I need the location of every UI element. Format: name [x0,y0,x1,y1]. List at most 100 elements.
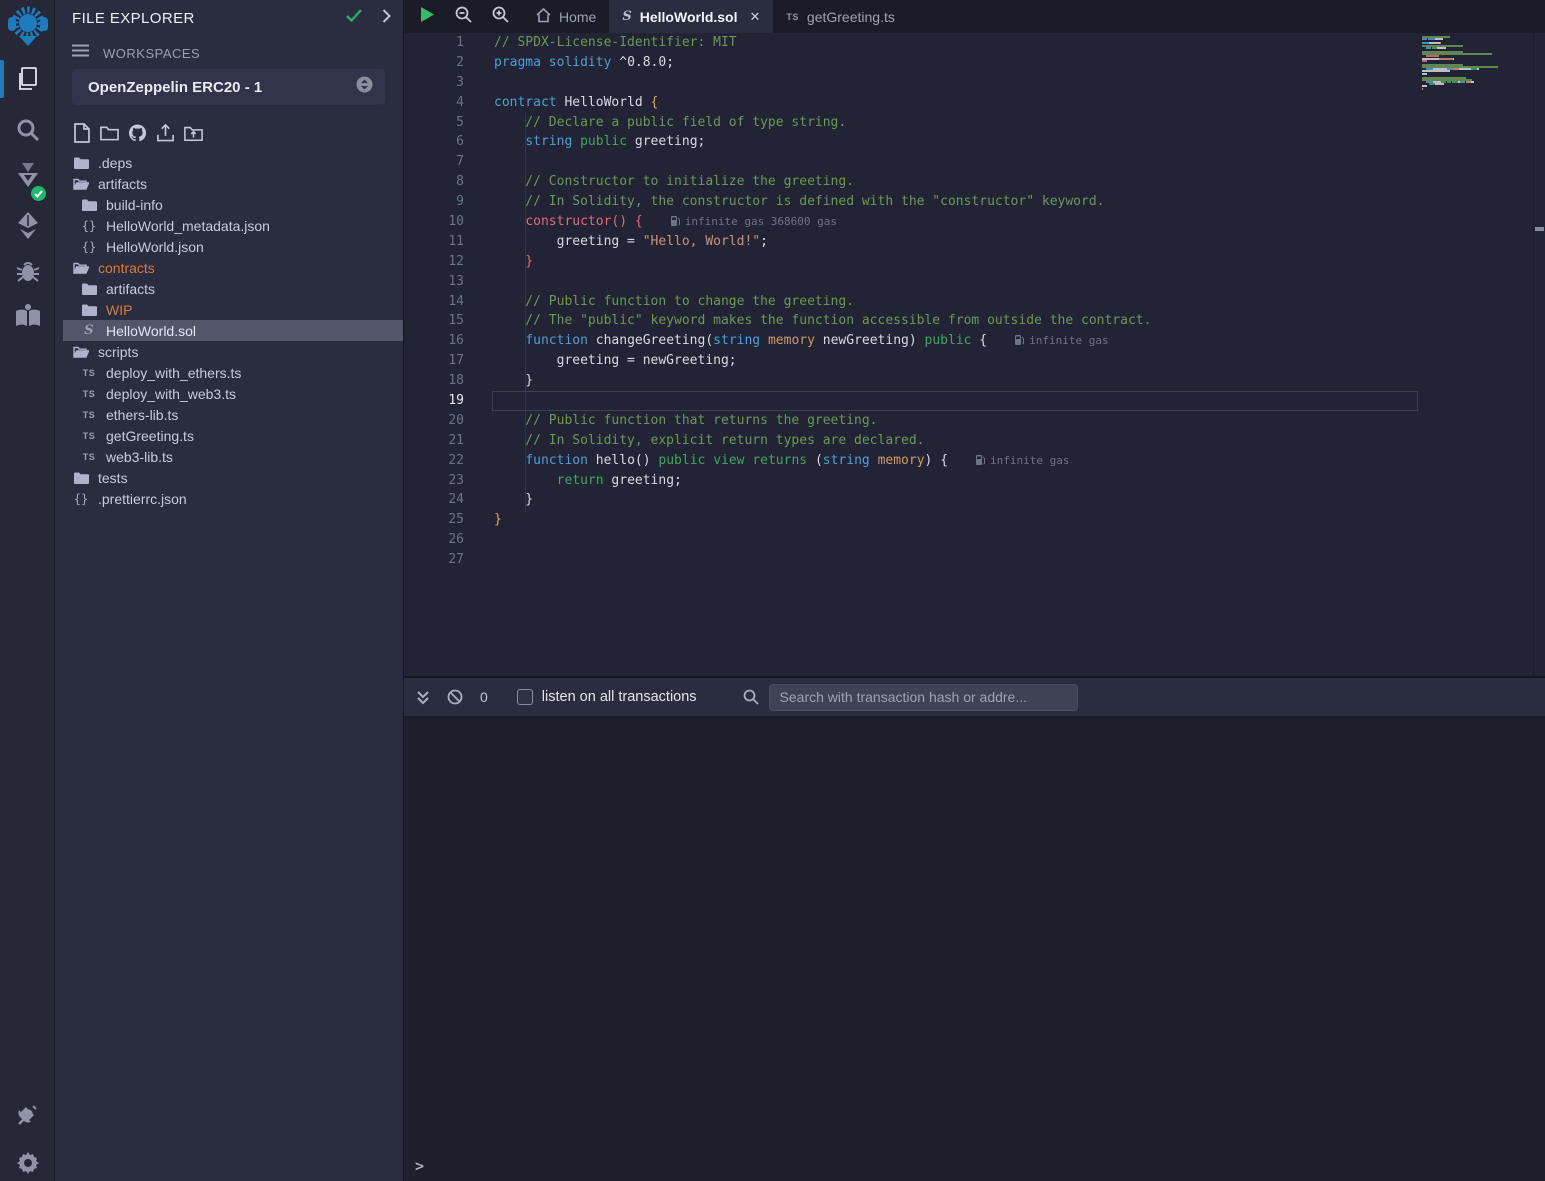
workspaces-menu-icon[interactable] [72,44,89,62]
upload-file-icon[interactable] [156,122,175,143]
learneth-icon[interactable] [0,300,55,330]
solidity-file-icon: S [80,323,98,338]
tree-item-helloworld-json[interactable]: {}HelloWorld.json [55,236,403,257]
run-script-button[interactable] [420,6,435,28]
tree-item-helloworld-metadata-json[interactable]: {}HelloWorld_metadata.json [55,215,403,236]
workspace-select[interactable]: OpenZeppelin ERC20 - 1 [72,69,385,105]
code-line[interactable]: 8 // Constructor to initialize the greet… [404,172,1545,192]
clear-console-icon[interactable] [447,689,463,705]
code-line[interactable]: 13 [404,272,1545,292]
editor-scrollbar[interactable] [1533,33,1545,676]
line-number: 17 [404,351,464,371]
remix-logo-icon[interactable] [0,3,55,51]
folder-open-icon [72,178,90,190]
terminal-output[interactable]: > [404,716,1545,1181]
code-line[interactable]: 18 } [404,371,1545,391]
tree-item-artifacts[interactable]: artifacts [55,278,403,299]
tree-item--deps[interactable]: .deps [55,152,403,173]
search-icon[interactable] [0,114,55,146]
code-line[interactable]: 5 // Declare a public field of type stri… [404,113,1545,133]
tab-helloworld-sol[interactable]: S HelloWorld.sol ✕ [609,0,773,33]
code-line[interactable]: 17 greeting = newGreeting; [404,351,1545,371]
tree-item-build-info[interactable]: build-info [55,194,403,215]
code-line[interactable]: 1// SPDX-License-Identifier: MIT [404,33,1545,53]
terminal-search-input[interactable] [769,684,1078,711]
line-number: 23 [404,471,464,491]
code-line[interactable]: 3 [404,73,1545,93]
compiled-check-badge [31,186,46,201]
tree-item-tests[interactable]: tests [55,467,403,488]
tree-item-deploy-with-web3-ts[interactable]: TSdeploy_with_web3.ts [55,383,403,404]
upload-folder-icon[interactable] [184,122,203,143]
tree-item-artifacts[interactable]: artifacts [55,173,403,194]
code-line[interactable]: 2pragma solidity ^0.8.0; [404,53,1545,73]
tab-getgreeting-ts[interactable]: TS getGreeting.ts [773,0,907,33]
gas-estimate-hint: infinite gas 368600 gas [671,215,837,228]
code-line[interactable]: 16 function changeGreeting(string memory… [404,331,1545,351]
code-line[interactable]: 12 } [404,252,1545,272]
zoom-in-icon[interactable] [492,6,509,28]
code-line[interactable]: 9 // In Solidity, the constructor is def… [404,192,1545,212]
code-line[interactable]: 20 // Public function that returns the g… [404,411,1545,431]
code-editor[interactable]: 1// SPDX-License-Identifier: MIT2pragma … [404,33,1545,676]
code-line[interactable]: 26 [404,530,1545,550]
tab-bar-actions [404,0,523,33]
tree-item-ethers-lib-ts[interactable]: TSethers-lib.ts [55,404,403,425]
folder-icon [80,304,98,316]
expand-terminal-icon[interactable] [416,690,430,705]
deploy-and-run-icon[interactable] [0,208,55,242]
folder-icon [80,199,98,211]
listen-transactions-checkbox[interactable] [517,689,533,705]
code-line[interactable]: 6 string public greeting; [404,132,1545,152]
typescript-file-icon: TS [80,452,98,462]
line-number: 11 [404,232,464,252]
code-line[interactable]: 22 function hello() public view returns … [404,451,1545,471]
minimap[interactable] [1417,36,1529,106]
code-line[interactable]: 27 [404,550,1545,570]
tree-item-label: tests [98,470,128,486]
debugger-icon[interactable] [0,256,55,286]
new-folder-icon[interactable] [100,122,119,143]
solidity-compiler-icon[interactable] [0,158,55,198]
tree-item-getgreeting-ts[interactable]: TSgetGreeting.ts [55,425,403,446]
tab-home[interactable]: Home [523,0,609,33]
code-line[interactable]: 21 // In Solidity, explicit return types… [404,431,1545,451]
tree-item-helloworld-sol[interactable]: SHelloWorld.sol [63,320,403,341]
panel-chevron-right-icon[interactable] [382,9,391,28]
line-number: 20 [404,411,464,431]
code-line[interactable]: 11 greeting = "Hello, World!"; [404,232,1545,252]
tree-item-label: web3-lib.ts [106,449,173,465]
line-number: 9 [404,192,464,212]
plugin-manager-icon[interactable] [0,1100,55,1130]
settings-gear-icon[interactable] [0,1148,55,1178]
workspaces-row: WORKSPACES [72,44,200,62]
code-line[interactable]: 24 } [404,490,1545,510]
tree-item-web3-lib-ts[interactable]: TS web3-lib.ts [55,446,403,467]
code-line[interactable]: 23 return greeting; [404,471,1545,491]
minimap-line [1422,58,1453,60]
tree-item--prettierrc-json[interactable]: {}.prettierrc.json [55,488,403,509]
workspace-selected-value: OpenZeppelin ERC20 - 1 [88,79,356,96]
line-number: 25 [404,510,464,530]
workspace-ok-check-icon [346,9,362,27]
clone-github-icon[interactable] [128,122,147,143]
code-line[interactable]: 19 [404,391,1545,411]
code-line[interactable]: 14 // Public function to change the gree… [404,292,1545,312]
code-line[interactable]: 7 [404,152,1545,172]
zoom-out-icon[interactable] [455,6,472,28]
code-line[interactable]: 10 constructor() {infinite gas 368600 ga… [404,212,1545,232]
line-number: 7 [404,152,464,172]
tree-item-contracts[interactable]: contracts [55,257,403,278]
close-tab-icon[interactable]: ✕ [750,9,761,25]
tree-item-deploy-with-ethers-ts[interactable]: TSdeploy_with_ethers.ts [55,362,403,383]
new-file-icon[interactable] [72,122,91,143]
typescript-file-icon: TS [80,410,98,420]
file-explorer-icon[interactable] [0,62,55,96]
code-line[interactable]: 15 // The "public" keyword makes the fun… [404,311,1545,331]
code-text: // SPDX-License-Identifier: MIT [494,33,737,53]
tree-item-wip[interactable]: WIP [55,299,403,320]
tree-item-scripts[interactable]: scripts [55,341,403,362]
code-line[interactable]: 4contract HelloWorld { [404,93,1545,113]
code-line[interactable]: 25} [404,510,1545,530]
tree-item-label: .deps [98,155,132,171]
